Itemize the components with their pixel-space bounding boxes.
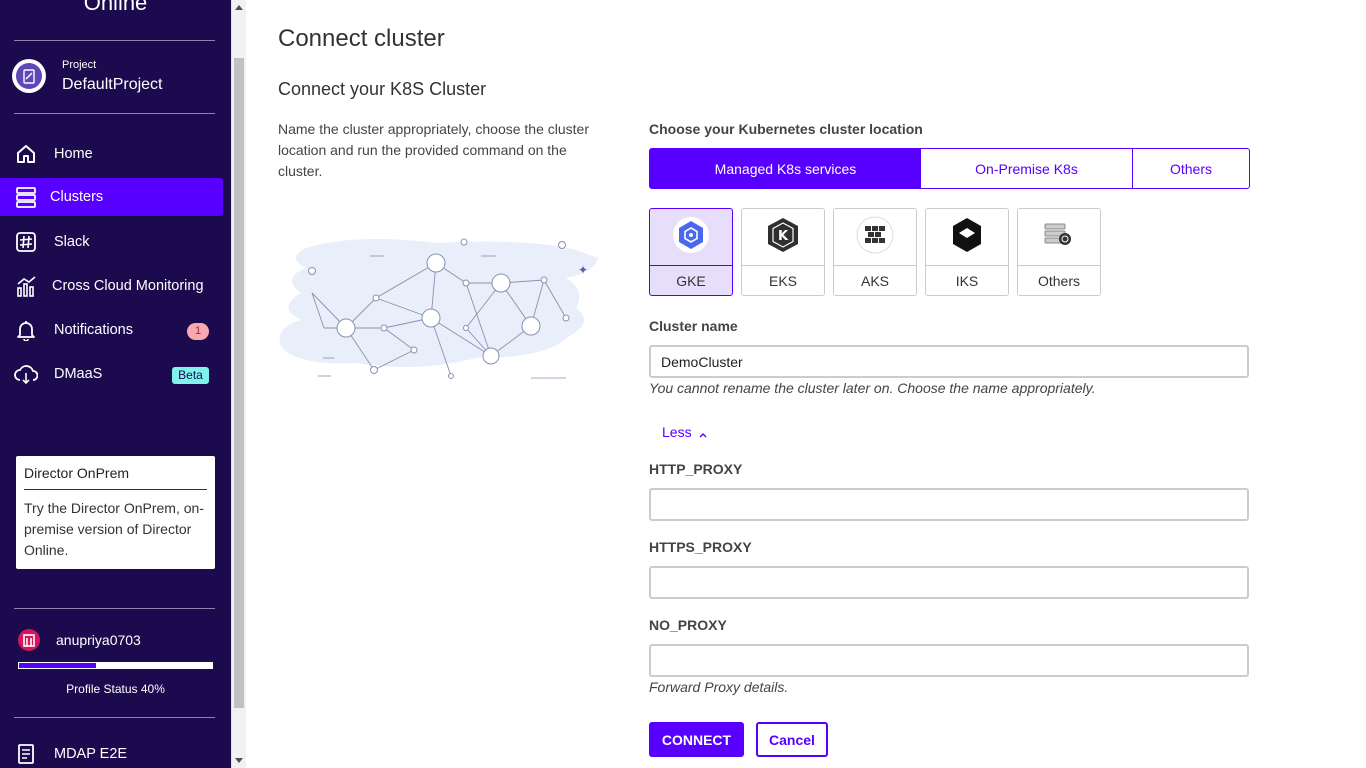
connect-button[interactable]: CONNECT: [649, 722, 744, 757]
sidebar-item-home[interactable]: Home: [0, 135, 223, 173]
provider-eks[interactable]: K EKS: [741, 208, 825, 296]
home-icon: [14, 143, 38, 165]
less-toggle[interactable]: Less: [662, 424, 707, 441]
cluster-name-hint: You cannot rename the cluster later on. …: [649, 380, 1096, 396]
clusters-icon: [14, 186, 38, 208]
https-proxy-label: HTTPS_PROXY: [649, 539, 752, 555]
sidebar-item-dmaas[interactable]: DMaaS Beta: [0, 355, 223, 393]
https-proxy-input[interactable]: [649, 566, 1249, 599]
cloud-sync-icon: [14, 363, 38, 385]
profile-progress-fill: [19, 663, 97, 668]
project-label: Project: [62, 59, 97, 71]
user-name: anupriya0703: [56, 632, 141, 648]
sidebar-item-label: Home: [54, 146, 93, 162]
chevron-up-icon: [699, 425, 707, 441]
svg-text:✦: ✦: [578, 263, 588, 277]
http-proxy-label: HTTP_PROXY: [649, 461, 743, 477]
promo-text: Try the Director OnPrem, on-premise vers…: [24, 500, 204, 558]
divider: [14, 113, 215, 114]
profile-status-text: Profile Status 40%: [66, 682, 165, 696]
avatar: [18, 629, 40, 651]
location-label: Choose your Kubernetes cluster location: [649, 121, 923, 137]
promo-title: Director OnPrem: [24, 465, 207, 490]
divider: [14, 717, 215, 718]
page-title: Connect cluster: [278, 25, 445, 52]
scroll-up-arrow[interactable]: [235, 5, 243, 10]
cluster-name-input[interactable]: [649, 345, 1249, 378]
tab-managed-k8s[interactable]: Managed K8s services: [649, 148, 922, 189]
provider-iks[interactable]: IKS: [925, 208, 1009, 296]
aks-icon: [856, 216, 894, 259]
user-profile[interactable]: anupriya0703: [16, 628, 216, 654]
project-selector[interactable]: Project DefaultProject: [12, 59, 222, 99]
document-icon: [14, 743, 38, 765]
no-proxy-label: NO_PROXY: [649, 617, 727, 633]
http-proxy-input[interactable]: [649, 488, 1249, 521]
sidebar-item-label: Notifications: [54, 322, 133, 338]
sidebar-item-cross-cloud-monitoring[interactable]: Cross Cloud Monitoring: [0, 267, 223, 305]
brand-name: Online: [83, 0, 148, 15]
sidebar-item-mdap-e2e[interactable]: MDAP E2E: [0, 735, 223, 768]
network-illustration: ✦: [276, 228, 602, 386]
gke-icon: [672, 216, 710, 259]
iks-icon: [950, 216, 984, 259]
sidebar-item-notifications[interactable]: Notifications 1: [0, 311, 223, 349]
beta-badge: Beta: [172, 367, 209, 384]
profile-progress-bar: [18, 662, 213, 669]
provider-gke[interactable]: GKE: [649, 208, 733, 296]
monitoring-icon: [14, 275, 38, 297]
notification-count-badge: 1: [187, 323, 209, 340]
less-label: Less: [662, 424, 692, 440]
provider-label: GKE: [676, 273, 706, 289]
no-proxy-hint: Forward Proxy details.: [649, 679, 789, 695]
slack-icon: [14, 231, 38, 253]
provider-label: AKS: [860, 273, 889, 289]
cancel-button[interactable]: Cancel: [756, 722, 828, 757]
cluster-name-label: Cluster name: [649, 318, 738, 334]
svg-text:K: K: [778, 229, 789, 244]
server-cluster-icon: [1042, 220, 1076, 255]
section-title: Connect your K8S Cluster: [278, 79, 487, 99]
provider-aks[interactable]: AKS: [833, 208, 917, 296]
sidebar-item-label: DMaaS: [54, 366, 103, 382]
sidebar-item-slack[interactable]: Slack: [0, 223, 223, 261]
sidebar-item-clusters[interactable]: Clusters: [0, 178, 223, 216]
scrollbar-thumb[interactable]: [234, 58, 244, 708]
sidebar-item-label: Clusters: [50, 189, 104, 205]
divider: [14, 608, 215, 609]
section-description: Name the cluster appropriately, choose t…: [278, 121, 590, 179]
sidebar-item-label: Cross Cloud Monitoring: [52, 278, 204, 294]
director-onprem-promo[interactable]: Director OnPrem Try the Director OnPrem,…: [16, 456, 215, 569]
no-proxy-input[interactable]: [649, 644, 1249, 677]
eks-icon: K: [765, 216, 801, 259]
project-name: DefaultProject: [62, 76, 163, 93]
sidebar-item-label: MDAP E2E: [54, 746, 128, 762]
sidebar-item-label: Slack: [54, 234, 90, 250]
divider: [14, 40, 215, 41]
tab-others[interactable]: Others: [1132, 148, 1250, 189]
provider-label: IKS: [955, 273, 979, 289]
provider-label: Others: [1037, 273, 1080, 289]
main-content: Connect cluster Connect your K8S Cluster…: [246, 0, 1366, 768]
sidebar: Online Project DefaultProject Home Clust…: [0, 0, 231, 768]
sidebar-scrollbar[interactable]: [231, 0, 246, 768]
tab-on-premise-k8s[interactable]: On-Premise K8s: [921, 148, 1133, 189]
provider-label: EKS: [768, 273, 797, 289]
bell-icon: [14, 319, 38, 341]
scroll-down-arrow[interactable]: [235, 758, 243, 763]
project-icon: [12, 59, 46, 93]
provider-others[interactable]: Others: [1017, 208, 1101, 296]
